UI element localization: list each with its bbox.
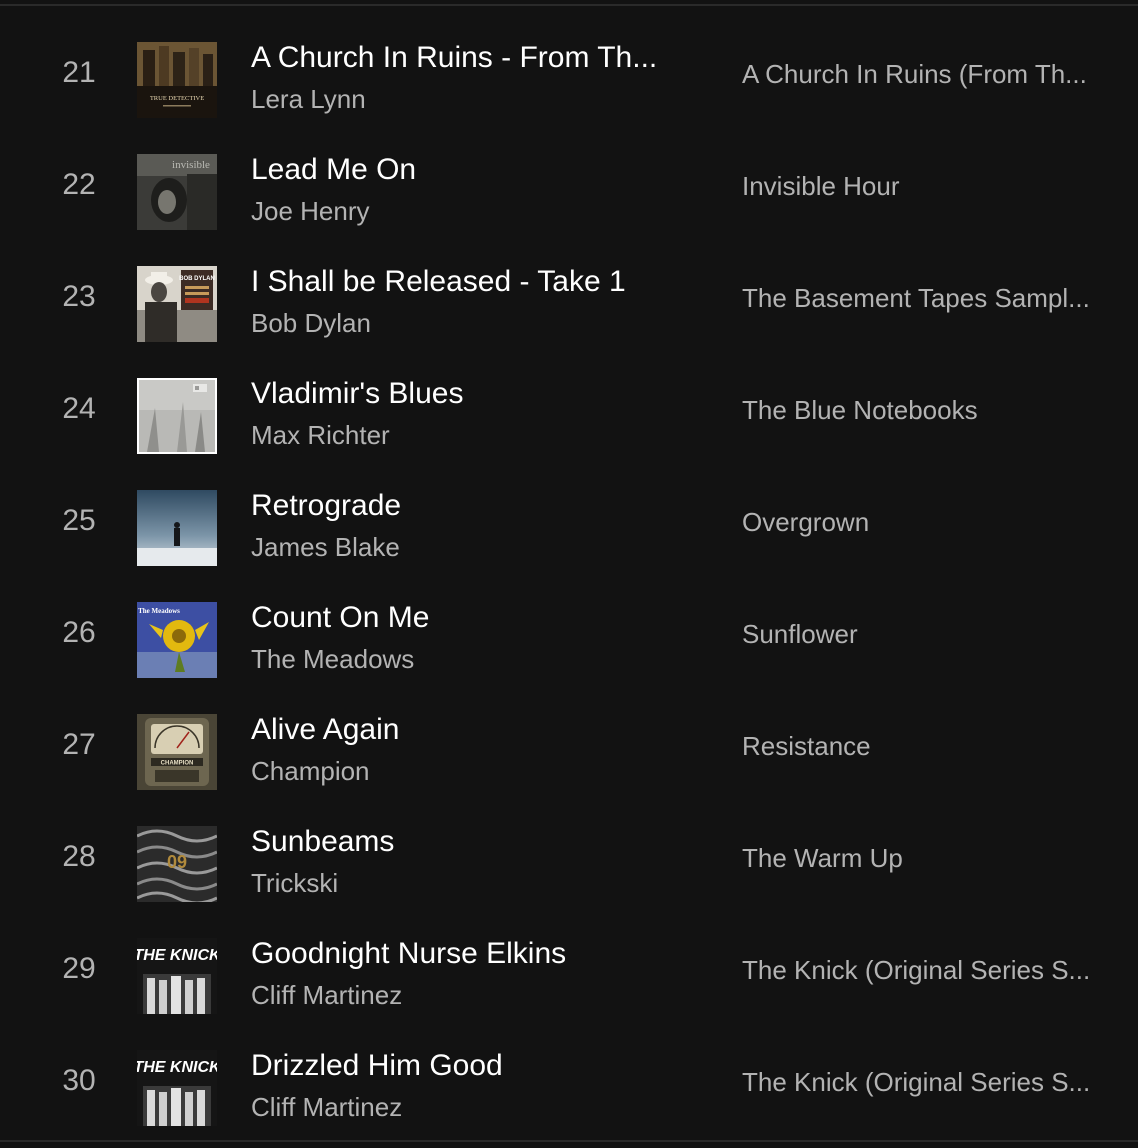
track-artist[interactable]: Lera Lynn	[251, 81, 691, 117]
track-number: 29	[62, 952, 96, 985]
track-row[interactable]: 30 THE KNICK Drizzled Him Good Cliff Mar…	[0, 1027, 1138, 1139]
track-title[interactable]: Alive Again	[251, 710, 691, 750]
track-row[interactable]: 27 CHAMPION Alive Again Champion Resista…	[0, 691, 1138, 803]
track-number: 27	[62, 728, 96, 761]
track-title[interactable]: Goodnight Nurse Elkins	[251, 934, 691, 974]
track-album[interactable]: Resistance	[742, 728, 1122, 764]
top-divider	[0, 4, 1138, 6]
track-album[interactable]: The Knick (Original Series S...	[742, 1064, 1122, 1100]
basement-tapes-album-art: BOB DYLAN	[137, 266, 217, 342]
track-album[interactable]: The Knick (Original Series S...	[742, 952, 1122, 988]
track-row[interactable]: 23 BOB DYLAN I Shall be Released - Take …	[0, 243, 1138, 355]
track-artist[interactable]: The Meadows	[251, 641, 691, 677]
svg-text:BOB DYLAN: BOB DYLAN	[179, 276, 215, 282]
track-number: 26	[62, 616, 96, 649]
track-artist[interactable]: Cliff Martinez	[251, 1089, 691, 1125]
track-title[interactable]: Lead Me On	[251, 150, 691, 190]
track-artist[interactable]: Trickski	[251, 865, 691, 901]
track-album[interactable]: A Church In Ruins (From Th...	[742, 56, 1122, 92]
track-artist[interactable]: Max Richter	[251, 417, 691, 453]
invisible-hour-album-art: invisible	[137, 154, 217, 230]
blue-notebooks-album-art	[137, 378, 217, 454]
svg-text:CHAMPION: CHAMPION	[161, 761, 194, 767]
track-number: 24	[62, 392, 96, 425]
track-album[interactable]: The Blue Notebooks	[742, 392, 1122, 428]
track-album[interactable]: Overgrown	[742, 504, 1122, 540]
track-album[interactable]: Sunflower	[742, 616, 1122, 652]
track-title[interactable]: Drizzled Him Good	[251, 1046, 691, 1086]
bottom-divider	[0, 1140, 1138, 1142]
track-title[interactable]: I Shall be Released - Take 1	[251, 262, 691, 302]
the-knick-album-art: THE KNICK	[137, 1050, 217, 1126]
track-artist[interactable]: Champion	[251, 753, 691, 789]
track-title[interactable]: Sunbeams	[251, 822, 691, 862]
track-number: 22	[62, 168, 96, 201]
track-album[interactable]: The Warm Up	[742, 840, 1122, 876]
svg-text:09: 09	[167, 852, 187, 872]
track-number: 21	[62, 56, 96, 89]
track-row[interactable]: 28 09 Sunbeams Trickski The Warm Up	[0, 803, 1138, 915]
track-artist[interactable]: Joe Henry	[251, 193, 691, 229]
track-row[interactable]: 24 Vladimir's Blues Max Richter The Blue…	[0, 355, 1138, 467]
warm-up-album-art: 09	[137, 826, 217, 902]
track-artist[interactable]: Bob Dylan	[251, 305, 691, 341]
overgrown-album-art	[137, 490, 217, 566]
svg-text:THE KNICK: THE KNICK	[137, 947, 217, 964]
resistance-album-art: CHAMPION	[137, 714, 217, 790]
track-title[interactable]: Vladimir's Blues	[251, 374, 691, 414]
track-number: 23	[62, 280, 96, 313]
track-list: 21 TRUE DETECTIVE A Church In Ruins - Fr…	[0, 19, 1138, 1139]
the-knick-album-art: THE KNICK	[137, 938, 217, 1014]
track-row[interactable]: 29 THE KNICK Goodnight Nurse Elkins Clif…	[0, 915, 1138, 1027]
track-artist[interactable]: Cliff Martinez	[251, 977, 691, 1013]
track-row[interactable]: 26 The Meadows Count On Me The Meadows S…	[0, 579, 1138, 691]
track-title[interactable]: A Church In Ruins - From Th...	[251, 38, 691, 78]
track-artist[interactable]: James Blake	[251, 529, 691, 565]
track-row[interactable]: 22 invisible Lead Me On Joe Henry Invisi…	[0, 131, 1138, 243]
sunflower-album-art: The Meadows	[137, 602, 217, 678]
track-number: 30	[62, 1064, 96, 1097]
track-number: 28	[62, 840, 96, 873]
track-title[interactable]: Count On Me	[251, 598, 691, 638]
svg-text:invisible: invisible	[172, 159, 210, 171]
track-title[interactable]: Retrograde	[251, 486, 691, 526]
track-album[interactable]: Invisible Hour	[742, 168, 1122, 204]
svg-text:TRUE DETECTIVE: TRUE DETECTIVE	[150, 95, 204, 102]
true-detective-album-art: TRUE DETECTIVE	[137, 42, 217, 118]
track-row[interactable]: 25 Retrograde James Blake Overgrown	[0, 467, 1138, 579]
track-album[interactable]: The Basement Tapes Sampl...	[742, 280, 1122, 316]
track-number: 25	[62, 504, 96, 537]
svg-text:THE KNICK: THE KNICK	[137, 1059, 217, 1076]
track-row[interactable]: 21 TRUE DETECTIVE A Church In Ruins - Fr…	[0, 19, 1138, 131]
svg-text:The Meadows: The Meadows	[138, 607, 180, 615]
